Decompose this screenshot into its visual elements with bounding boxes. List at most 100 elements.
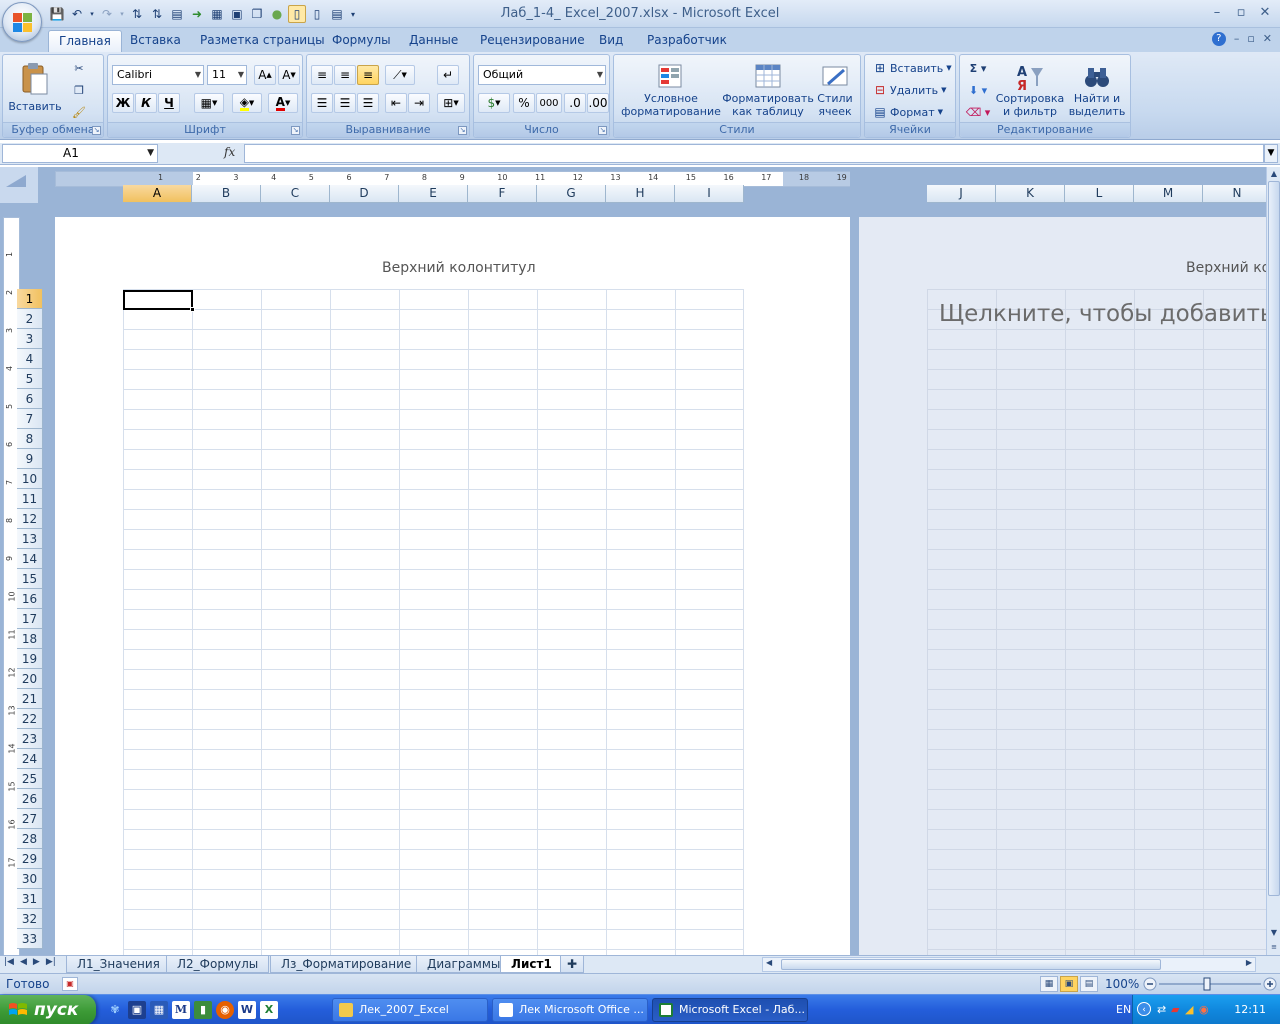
align-right-button[interactable]: ☰ <box>357 93 379 113</box>
tab-page-layout[interactable]: Разметка страницы <box>190 30 335 52</box>
zoom-level[interactable]: 100% <box>1105 977 1139 991</box>
column-header-h[interactable]: H <box>606 185 675 203</box>
sheet-tab-charts[interactable]: Диаграммы <box>416 956 512 973</box>
scroll-left-arrow-icon[interactable]: ◀ <box>766 958 772 967</box>
borders-button[interactable]: ▦ ▼ <box>194 93 224 113</box>
column-header-l[interactable]: L <box>1065 185 1134 203</box>
close-button[interactable]: ✕ <box>1256 4 1274 22</box>
row-header-31[interactable]: 31 <box>17 889 43 909</box>
column-header-f[interactable]: F <box>468 185 537 203</box>
row-header-23[interactable]: 23 <box>17 729 43 749</box>
insert-function-icon[interactable]: fx <box>224 145 235 159</box>
row-header-26[interactable]: 26 <box>17 789 43 809</box>
fill-icon[interactable]: ⬇ ▾ <box>964 81 992 99</box>
tray-expand-icon[interactable]: ‹ <box>1137 1002 1151 1016</box>
click-to-add-data[interactable]: Щелкните, чтобы добавить д <box>939 301 1266 327</box>
row-header-14[interactable]: 14 <box>17 549 43 569</box>
row-header-24[interactable]: 24 <box>17 749 43 769</box>
shrink-font-button[interactable]: A ▼ <box>278 65 300 85</box>
row-header-2[interactable]: 2 <box>17 309 43 329</box>
first-sheet-icon[interactable]: |◀ <box>4 957 14 967</box>
mathcad-icon[interactable]: M <box>172 1001 190 1019</box>
percent-button[interactable]: % <box>513 93 535 113</box>
grow-font-button[interactable]: A ▲ <box>254 65 276 85</box>
clear-icon[interactable]: ⌫ ▾ <box>964 103 992 121</box>
autosum-icon[interactable]: Σ ▾ <box>964 59 992 77</box>
tab-review[interactable]: Рецензирование <box>470 30 595 52</box>
cell-styles-button[interactable]: Стили ячеек <box>812 57 858 123</box>
find-select-button[interactable]: Найти и выделить <box>1066 57 1128 123</box>
fill-handle[interactable] <box>190 307 195 312</box>
merge-center-button[interactable]: ⊞ ▼ <box>437 93 465 113</box>
row-header-28[interactable]: 28 <box>17 829 43 849</box>
last-sheet-icon[interactable]: ▶| <box>46 957 56 967</box>
row-header-16[interactable]: 16 <box>17 589 43 609</box>
row-header-11[interactable]: 11 <box>17 489 43 509</box>
increase-indent-button[interactable]: ⇥ <box>408 93 430 113</box>
thousands-button[interactable]: 000 <box>536 93 562 113</box>
tab-view[interactable]: Вид <box>589 30 633 52</box>
column-header-a[interactable]: A <box>123 185 192 203</box>
paste-button[interactable]: Вставить <box>8 57 62 117</box>
column-header-i[interactable]: I <box>675 185 744 203</box>
scroll-up-arrow-icon[interactable]: ▲ <box>1268 168 1280 180</box>
workbook-restore-button[interactable]: ▫ <box>1247 32 1254 46</box>
row-header-25[interactable]: 25 <box>17 769 43 789</box>
horizontal-scrollbar[interactable]: ◀ ▶ <box>762 957 1256 972</box>
select-all-button[interactable] <box>0 167 38 203</box>
start-button[interactable]: пуск <box>0 995 96 1024</box>
increase-decimal-button[interactable]: .0 <box>564 93 586 113</box>
prev-sheet-icon[interactable]: ◀ <box>20 957 27 967</box>
name-box[interactable]: A1 ▼ <box>2 144 158 163</box>
active-cell-a1[interactable] <box>123 290 195 312</box>
normal-view-button[interactable]: ▦ <box>1040 976 1058 992</box>
help-icon[interactable]: ? <box>1211 32 1226 46</box>
green-app-icon[interactable]: ▮ <box>194 1001 212 1019</box>
orientation-button[interactable]: ⟋ ▼ <box>385 65 415 85</box>
tab-formulas[interactable]: Формулы <box>322 30 401 52</box>
column-header-k[interactable]: K <box>996 185 1065 203</box>
font-size-combo[interactable]: 11 ▼ <box>207 65 247 85</box>
formula-input[interactable] <box>244 144 1264 163</box>
cell-grid-right[interactable] <box>927 289 1266 955</box>
insert-sheet-button[interactable]: ✚ <box>560 956 585 973</box>
tab-developer[interactable]: Разработчик <box>637 30 737 52</box>
fill-color-button[interactable]: ◈ ▼ <box>232 93 262 113</box>
format-painter-icon[interactable]: 🖌 <box>69 103 89 121</box>
number-format-combo[interactable]: Общий ▼ <box>478 65 606 85</box>
desktop-icon[interactable]: ▣ <box>128 1001 146 1019</box>
delete-cells-button[interactable]: ⊟ Удалить ▼ <box>871 80 948 100</box>
column-header-n[interactable]: N <box>1203 185 1266 203</box>
split-icon[interactable]: ≡ <box>1268 941 1280 953</box>
cell-grid-left[interactable] <box>123 289 744 955</box>
workbook-minimize-button[interactable]: – <box>1234 32 1240 46</box>
insert-cells-button[interactable]: ⊞ Вставить ▼ <box>871 58 953 78</box>
font-color-button[interactable]: A ▼ <box>268 93 298 113</box>
font-name-combo[interactable]: Calibri ▼ <box>112 65 204 85</box>
row-header-4[interactable]: 4 <box>17 349 43 369</box>
underline-button[interactable]: Ч <box>158 93 180 113</box>
media-icon[interactable]: ✾ <box>106 1001 124 1019</box>
scroll-down-arrow-icon[interactable]: ▼ <box>1268 927 1280 939</box>
row-header-32[interactable]: 32 <box>17 909 43 929</box>
warning-icon[interactable]: ◢ <box>1185 1003 1193 1016</box>
task-lek-office[interactable]: Лек Microsoft Office ... <box>492 998 648 1022</box>
align-left-button[interactable]: ☰ <box>311 93 333 113</box>
row-header-19[interactable]: 19 <box>17 649 43 669</box>
row-header-5[interactable]: 5 <box>17 369 43 389</box>
language-indicator[interactable]: EN <box>1116 1003 1131 1016</box>
italic-button[interactable]: К <box>135 93 157 113</box>
excel-icon[interactable]: X <box>260 1001 278 1019</box>
workbook-close-button[interactable]: ✕ <box>1263 32 1272 46</box>
column-header-m[interactable]: M <box>1134 185 1203 203</box>
page-break-view-button[interactable]: ▤ <box>1080 976 1098 992</box>
maximize-button[interactable]: ▫ <box>1232 4 1250 22</box>
tab-insert[interactable]: Вставка <box>120 30 191 52</box>
tab-data[interactable]: Данные <box>399 30 468 52</box>
row-header-7[interactable]: 7 <box>17 409 43 429</box>
decrease-decimal-button[interactable]: .00 <box>587 93 609 113</box>
column-header-d[interactable]: D <box>330 185 399 203</box>
expand-formula-bar-button[interactable]: ▼ <box>1264 144 1278 163</box>
alignment-launcher-icon[interactable]: ↘ <box>458 126 467 135</box>
sheet-tab-l1[interactable]: Л1_Значения <box>66 956 171 973</box>
